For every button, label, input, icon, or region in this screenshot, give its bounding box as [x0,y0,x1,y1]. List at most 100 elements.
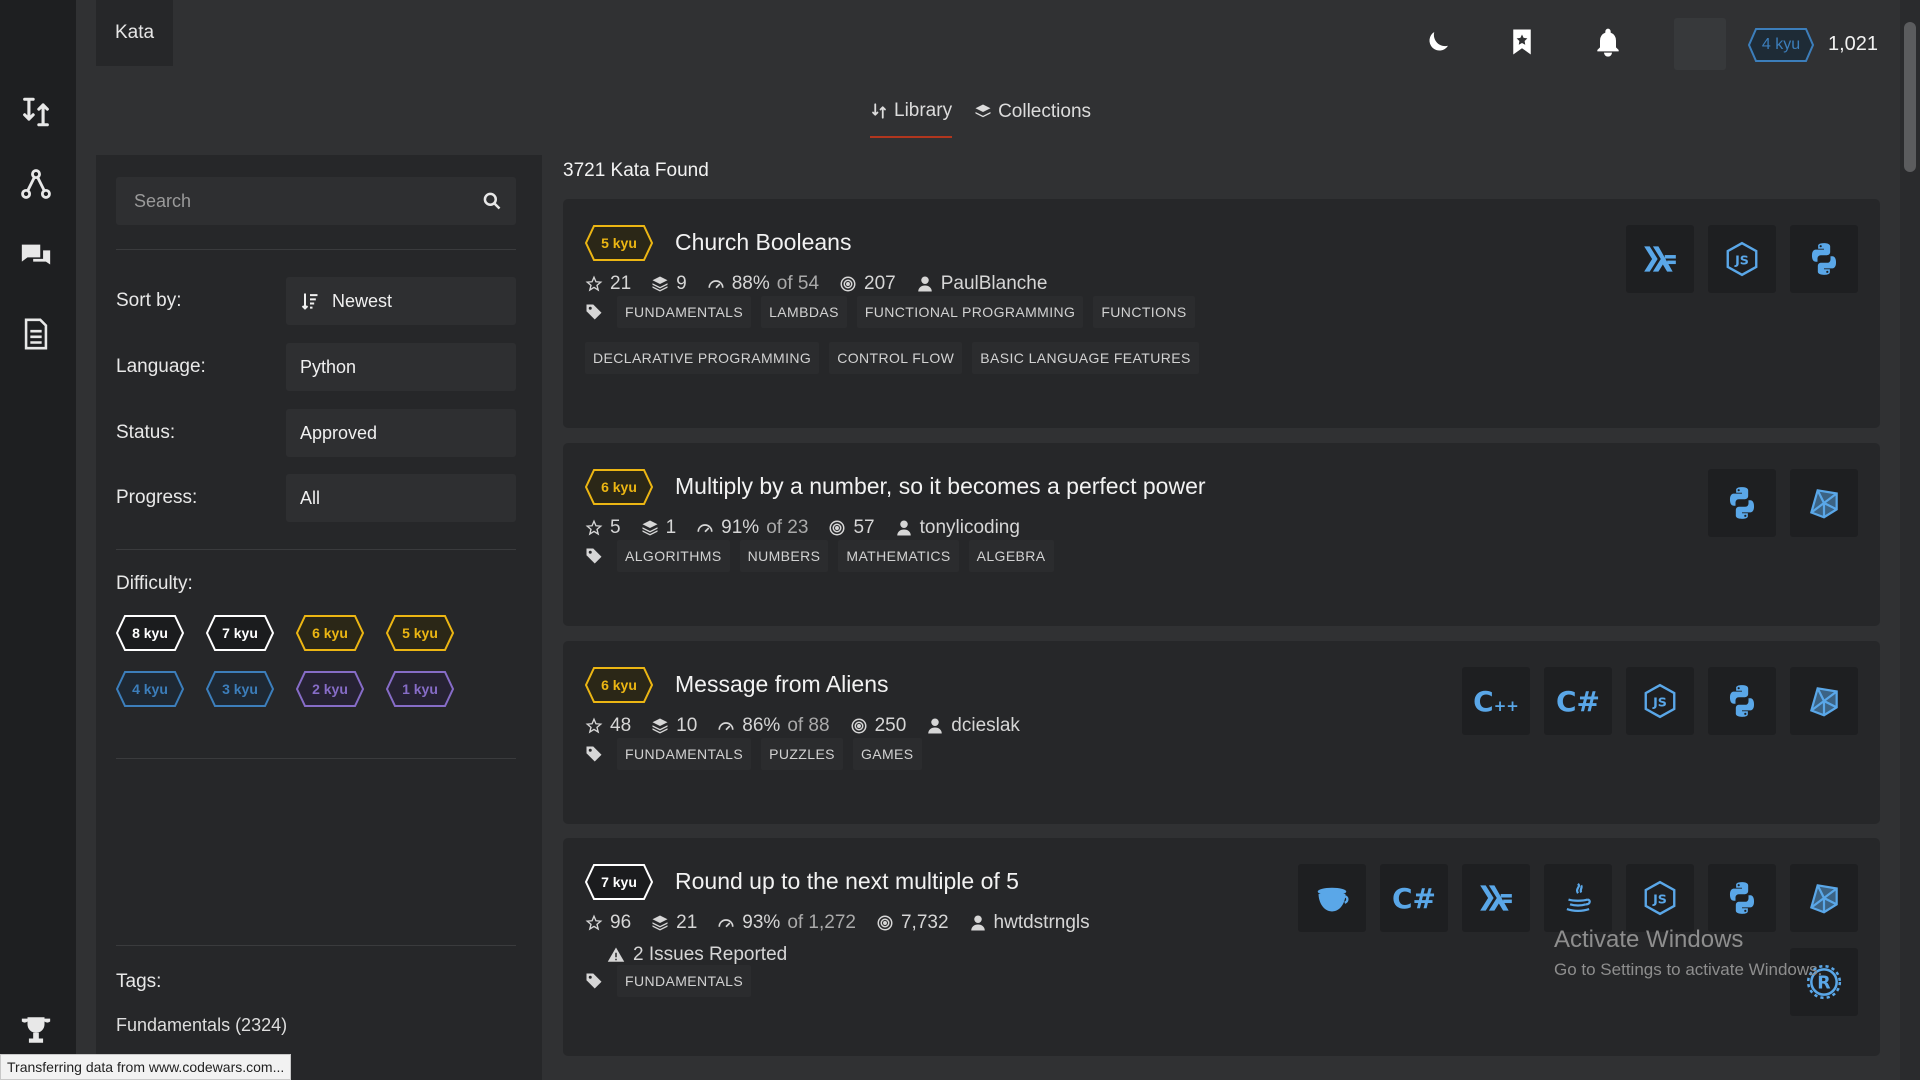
kata-stars[interactable]: 5 [585,517,621,539]
difficulty-badge[interactable]: 2 kyu [296,671,364,707]
tab-collections[interactable]: Collections [974,100,1091,138]
javascript-icon[interactable]: JS [1626,864,1694,932]
bell-icon[interactable] [1588,22,1628,62]
status-select[interactable]: Approved [286,409,516,457]
kata-tag[interactable]: NUMBERS [739,540,829,572]
sort-select[interactable]: Newest [286,277,516,325]
kata-stars-count: 96 [610,912,632,933]
crystal-icon[interactable] [1790,469,1858,537]
cpp-icon[interactable]: C++ [1462,667,1530,735]
kata-nav-tab[interactable]: Kata [96,0,173,66]
kata-title-link[interactable]: Round up to the next multiple of 5 [675,868,1019,895]
kata-title-link[interactable]: Multiply by a number, so it becomes a pe… [675,473,1206,500]
kata-issues[interactable]: 2 Issues Reported [607,944,787,966]
scrollbar[interactable] [1900,0,1920,1080]
docs-icon[interactable] [16,314,56,354]
difficulty-badge-label: 8 kyu [132,625,168,641]
kata-stars[interactable]: 96 [585,912,631,934]
kata-tag[interactable]: PUZZLES [761,738,843,770]
target-icon [851,718,867,734]
left-nav-rail [0,0,76,1080]
kata-satisfaction-rate: 86% [742,715,781,736]
avatar[interactable] [1674,18,1726,70]
kata-tag[interactable]: LAMBDAS [761,296,847,328]
kata-author[interactable]: tonylicoding [895,517,1020,539]
java-icon[interactable] [1544,864,1612,932]
javascript-icon[interactable]: JS [1708,225,1776,293]
kata-tag[interactable]: FUNCTIONAL PROGRAMMING [856,296,1084,328]
scrollbar-thumb[interactable] [1904,22,1916,172]
kata-title-link[interactable]: Church Booleans [675,229,851,256]
tab-library[interactable]: Library [870,100,953,138]
target-icon [840,276,856,292]
difficulty-badge[interactable]: 7 kyu [206,615,274,651]
crystal-icon[interactable] [1790,667,1858,735]
kata-title-link[interactable]: Message from Aliens [675,671,888,698]
kata-tag[interactable]: FUNDAMENTALS [617,965,752,997]
kata-satisfaction-rate: 88% [731,273,770,294]
kata-votes: of 88 [787,715,830,736]
user-icon [896,520,911,536]
kata-tag[interactable]: ALGEBRA [968,540,1054,572]
tag-filter-item[interactable]: Fundamentals (2324) [116,1015,287,1036]
practice-icon[interactable] [16,164,56,204]
csharp-icon[interactable]: C# [1544,667,1612,735]
difficulty-badge[interactable]: 5 kyu [386,615,454,651]
csharp-icon[interactable]: C# [1380,864,1448,932]
moon-icon[interactable] [1418,22,1458,62]
tag-icon [586,746,602,762]
kata-completions: 7,732 [876,912,949,934]
difficulty-badge[interactable]: 3 kyu [206,671,274,707]
difficulty-badge[interactable]: 8 kyu [116,615,184,651]
python-icon[interactable] [1708,667,1776,735]
results-count: 3721 Kata Found [563,160,709,181]
kata-author[interactable]: dcieslak [926,715,1020,737]
divider [116,758,516,759]
divider [116,549,516,550]
difficulty-badge[interactable]: 4 kyu [116,671,184,707]
python-icon[interactable] [1790,225,1858,293]
kata-collections: 21 [651,912,697,934]
progress-select[interactable]: All [286,474,516,522]
kata-tag[interactable]: BASIC LANGUAGE FEATURES [972,342,1199,374]
library-tabs: Library Collections [870,100,1091,138]
kata-tag[interactable]: CONTROL FLOW [829,342,963,374]
haskell-icon[interactable] [1462,864,1530,932]
kata-stars[interactable]: 48 [585,715,631,737]
trophy-icon[interactable] [16,1010,56,1050]
kata-tag[interactable]: FUNDAMENTALS [617,296,752,328]
difficulty-badge[interactable]: 1 kyu [386,671,454,707]
discuss-icon[interactable] [16,236,56,276]
crystal-icon[interactable] [1790,864,1858,932]
kata-author[interactable]: hwtdstrngls [969,912,1090,934]
user-rank-badge[interactable]: 4 kyu [1747,28,1815,62]
kata-tag[interactable]: FUNDAMENTALS [617,738,752,770]
user-icon [970,915,985,931]
kata-tag[interactable]: DECLARATIVE PROGRAMMING [585,342,820,374]
kata-tag[interactable]: GAMES [852,738,922,770]
kata-collections: 10 [651,715,697,737]
search-icon[interactable] [482,191,502,211]
filter-panel: Sort by: Newest Language: Python Status:… [96,155,542,1080]
coffeescript-icon[interactable] [1298,864,1366,932]
python-icon[interactable] [1708,864,1776,932]
kata-icon[interactable] [16,92,56,132]
javascript-icon[interactable]: JS [1626,667,1694,735]
haskell-icon[interactable] [1626,225,1694,293]
python-icon[interactable] [1708,469,1776,537]
kata-tag[interactable]: ALGORITHMS [617,540,730,572]
kata-stars[interactable]: 21 [585,273,631,295]
progress-label: Progress: [116,487,198,508]
kata-tag[interactable]: FUNCTIONS [1093,296,1195,328]
search-input[interactable] [134,190,474,212]
kata-collections-count: 10 [676,715,698,736]
bookmark-icon[interactable] [1502,22,1542,62]
difficulty-badge[interactable]: 6 kyu [296,615,364,651]
watermark-line1: Activate Windows [1554,926,1744,953]
kata-meta: 96 21 93% of 1,272 7,732 hwtdstrngls [585,912,1110,934]
language-select[interactable]: Python [286,343,516,391]
layers-icon [652,718,668,734]
kata-author[interactable]: PaulBlanche [916,273,1047,295]
tag-icon [586,973,602,989]
kata-tag[interactable]: MATHEMATICS [838,540,959,572]
